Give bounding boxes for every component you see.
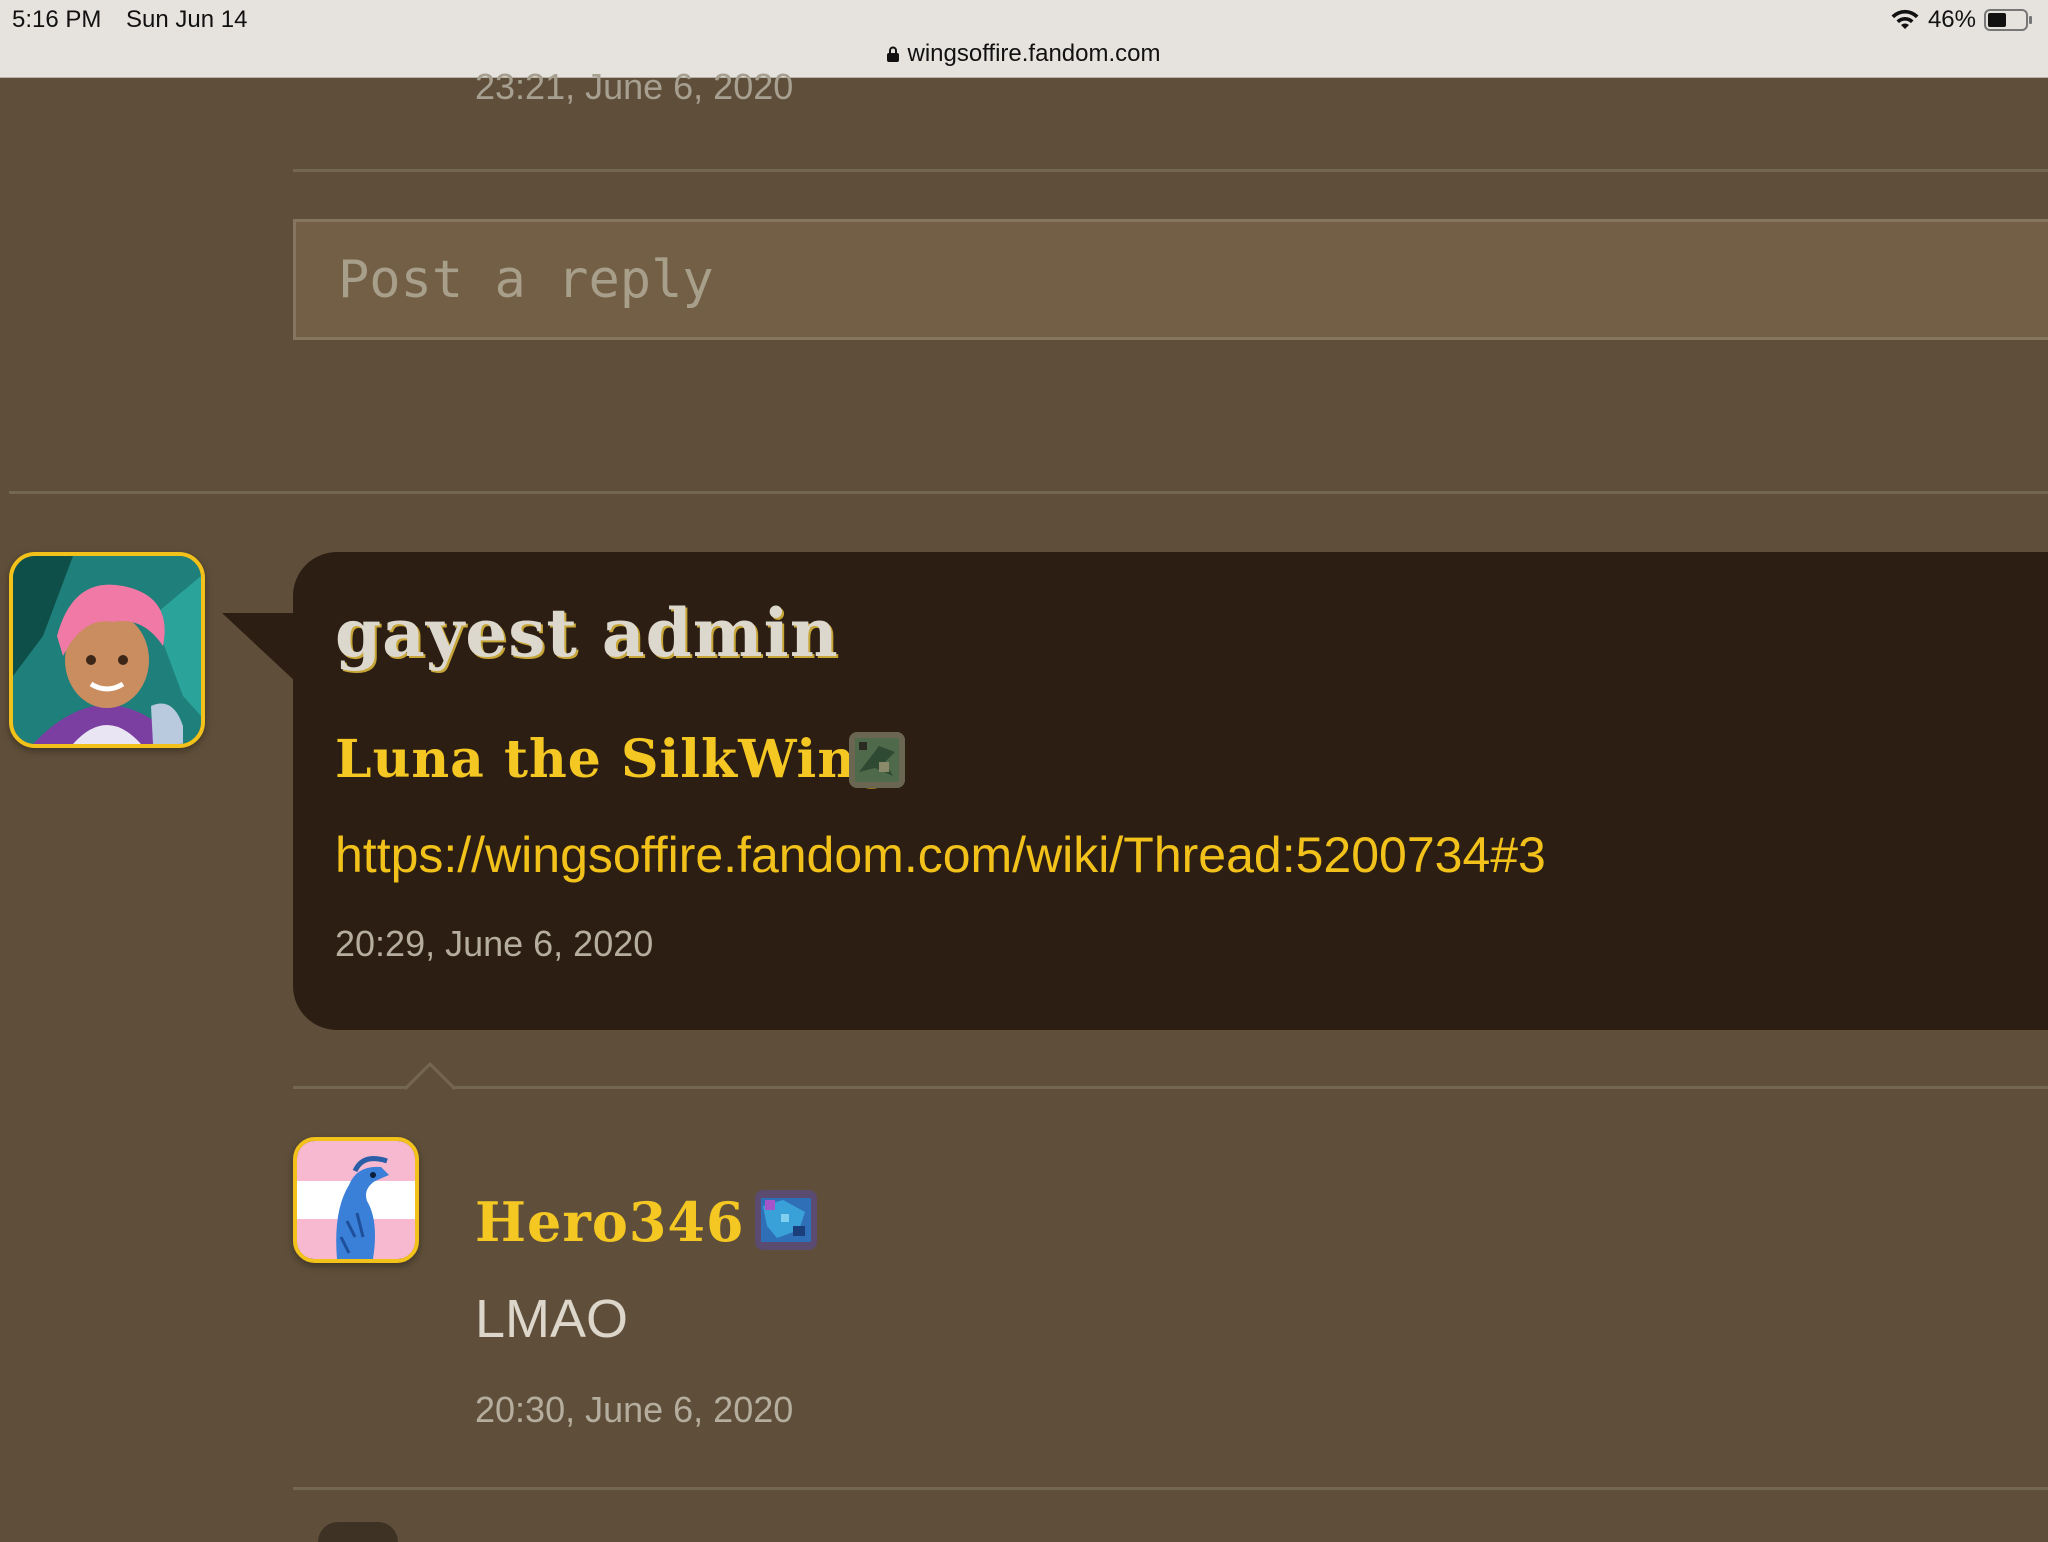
dragon-badge-icon [755,1190,817,1250]
reply-text: LMAO [475,1289,629,1349]
divider [293,169,2048,172]
reply-input[interactable]: Post a reply [293,219,2048,340]
post-link[interactable]: https://wingsoffire.fandom.com/wiki/Thre… [335,826,1546,884]
avatar[interactable] [9,552,205,748]
battery-icon [1984,9,2032,31]
thread-title: gayest admin [335,594,839,672]
lock-icon [887,46,900,62]
status-date: Sun Jun 14 [126,6,248,33]
thread-author-name[interactable]: Luna the SilkWing [335,729,893,790]
previous-post-timestamp: 23:21, June 6, 2020 [475,66,794,107]
status-bar: 5:16 PM Sun Jun 14 46% wingsoffire.fando… [0,0,2048,78]
url-text: wingsoffire.fandom.com [907,40,1161,67]
address-bar[interactable]: wingsoffire.fandom.com [0,40,2048,68]
wifi-icon [1891,9,1919,29]
divider [9,491,2048,494]
avatar-image [13,556,201,744]
bubble-pointer [222,613,297,683]
divider [293,1487,2048,1490]
status-indicators: 46% [1890,6,2034,34]
thread-timestamp: 20:29, June 6, 2020 [335,923,654,964]
reply-author-name[interactable]: Hero346 [475,1190,745,1254]
battery-percent: 46% [1927,6,1976,33]
divider [293,1086,2048,1089]
reply-placeholder: Post a reply [338,250,714,310]
avatar-image [297,1141,415,1259]
reply-timestamp: 20:30, June 6, 2020 [475,1389,794,1430]
avatar[interactable] [293,1137,419,1263]
dragon-badge-icon [849,732,905,788]
reply-notch [405,1062,455,1090]
status-time: 5:16 PM [12,6,102,33]
avatar[interactable] [318,1522,398,1542]
